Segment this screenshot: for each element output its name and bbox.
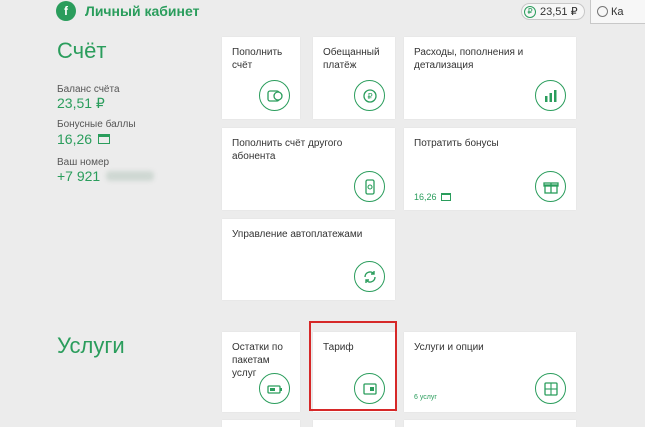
- gift-icon: [98, 134, 111, 144]
- partial-tile-1[interactable]: [222, 420, 300, 427]
- header-balance[interactable]: ₽ 23,51 ₽: [521, 3, 585, 20]
- svg-text:₽: ₽: [367, 92, 372, 101]
- grid-list-icon: [535, 373, 566, 404]
- remaining-label: Остатки по пакетам услуг: [232, 342, 283, 379]
- spend-bonus-label: Потратить бонусы: [414, 138, 499, 149]
- refresh-icon: [354, 261, 385, 292]
- sim-card-icon: [354, 373, 385, 404]
- bonus-value[interactable]: 16,26: [57, 131, 111, 147]
- options-count: 6 услуг: [414, 394, 437, 401]
- partial-tile-3[interactable]: [404, 420, 576, 427]
- balance-value: 23,51 ₽: [57, 95, 105, 112]
- battery-icon: [259, 373, 290, 404]
- gift-small-icon: [440, 193, 451, 201]
- options-tile[interactable]: Услуги и опции 6 услуг: [404, 332, 576, 412]
- megafon-logo-icon[interactable]: f: [56, 1, 76, 21]
- brand-title[interactable]: Личный кабинет: [85, 3, 199, 19]
- bonus-amount: 16,26: [57, 131, 93, 147]
- services-section-title: Услуги: [57, 333, 125, 358]
- user-name: Ка: [611, 5, 624, 18]
- promised-payment-label: Обещанный платёж: [323, 47, 380, 71]
- promised-payment-tile[interactable]: Обещанный платёж ₽: [313, 37, 395, 119]
- phone-card-icon: [354, 171, 385, 202]
- bar-chart-icon: [535, 80, 566, 111]
- header-bar: f Личный кабинет ₽ 23,51 ₽ Ка: [0, 0, 645, 24]
- wallet-coin-icon: [259, 80, 290, 111]
- header-balance-value: 23,51 ₽: [540, 6, 578, 18]
- phone-number-visible: +7 921: [57, 168, 101, 184]
- gift-box-icon: [535, 171, 566, 202]
- bonus-label: Бонусные баллы: [57, 119, 136, 130]
- tariff-tile[interactable]: Тариф: [313, 332, 395, 412]
- topup-other-label: Пополнить счёт другого абонента: [232, 138, 343, 162]
- tariff-label: Тариф: [323, 342, 354, 353]
- account-section-title: Счёт: [57, 38, 107, 63]
- topup-other-tile[interactable]: Пополнить счёт другого абонента: [222, 128, 395, 210]
- autopay-tile[interactable]: Управление автоплатежами: [222, 219, 395, 300]
- topup-label: Пополнить счёт: [232, 47, 283, 71]
- balance-amount: 23,51 ₽: [57, 95, 105, 111]
- remaining-tile[interactable]: Остатки по пакетам услуг: [222, 332, 300, 412]
- ruble-icon: ₽: [354, 80, 385, 111]
- options-label: Услуги и опции: [414, 342, 484, 353]
- phone-number-blurred: [106, 171, 155, 181]
- expenses-tile[interactable]: Расходы, пополнения и детализация: [404, 37, 576, 119]
- phone-number: +7 921: [57, 168, 155, 184]
- topup-tile[interactable]: Пополнить счёт: [222, 37, 300, 119]
- user-icon: [597, 6, 608, 17]
- spend-bonus-amount: 16,26: [414, 192, 437, 202]
- expenses-label: Расходы, пополнения и детализация: [414, 47, 524, 71]
- autopay-label: Управление автоплатежами: [232, 229, 363, 240]
- spend-bonus-value: 16,26: [414, 192, 451, 202]
- ruble-coin-icon: ₽: [524, 5, 536, 18]
- user-menu[interactable]: Ка: [590, 0, 645, 24]
- number-label: Ваш номер: [57, 157, 110, 168]
- balance-label: Баланс счёта: [57, 84, 120, 95]
- spend-bonus-tile[interactable]: Потратить бонусы 16,26: [404, 128, 576, 210]
- partial-tile-2[interactable]: [313, 420, 395, 427]
